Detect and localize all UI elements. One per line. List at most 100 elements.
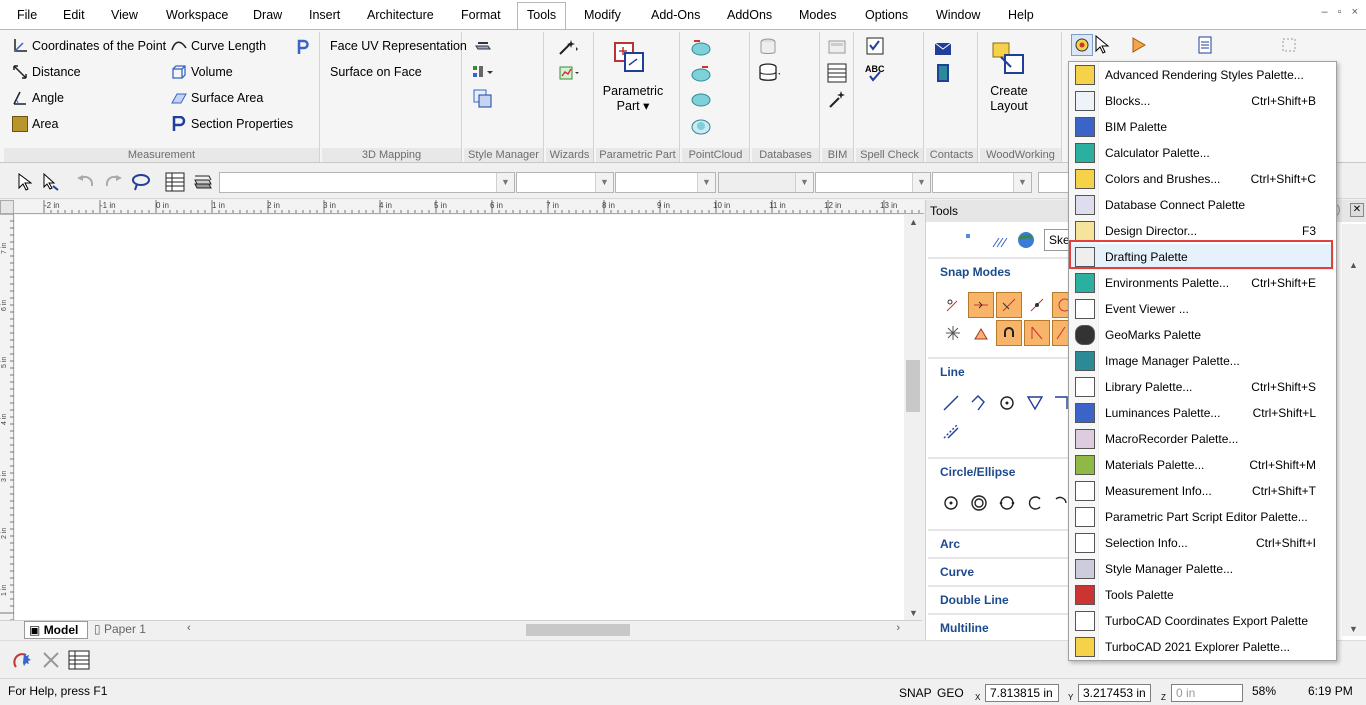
- line-width-combo[interactable]: ▼: [718, 172, 814, 193]
- x-coordinate-field[interactable]: 7.813815 in: [985, 684, 1059, 702]
- style-list-icon[interactable]: [472, 62, 494, 84]
- menu-format[interactable]: Format: [452, 3, 510, 27]
- layers-icon[interactable]: [192, 171, 214, 193]
- close-button[interactable]: ×: [1352, 6, 1358, 18]
- style-manager-icon[interactable]: [472, 36, 494, 58]
- snap-magnet-icon[interactable]: [12, 649, 34, 671]
- volume-button[interactable]: Volume: [171, 61, 233, 83]
- pointcloud-globe-icon[interactable]: [690, 114, 712, 136]
- menu-item-measurement-info[interactable]: Measurement Info... Ctrl+Shift+T: [1071, 478, 1334, 504]
- menu-addons[interactable]: AddOns: [718, 3, 781, 27]
- menu-item-database-connect[interactable]: Database Connect Palette: [1071, 192, 1334, 218]
- tools-palette-scrollbar[interactable]: ▲ ▼: [1342, 224, 1366, 636]
- vertical-scrollbar[interactable]: ▲ ▼: [904, 215, 922, 620]
- menu-item-materials[interactable]: Materials Palette... Ctrl+Shift+M: [1071, 452, 1334, 478]
- line-style-combo[interactable]: ▼: [615, 172, 716, 193]
- section-circle-ellipse[interactable]: Circle/Ellipse: [928, 459, 1071, 485]
- menu-item-selection-info[interactable]: Selection Info... Ctrl+Shift+I: [1071, 530, 1334, 556]
- menu-add-ons[interactable]: Add-Ons: [642, 3, 709, 27]
- bim-icon[interactable]: [826, 36, 848, 58]
- restore-button[interactable]: ▫: [1338, 6, 1342, 18]
- snap-grid-icon[interactable]: [940, 320, 966, 346]
- menu-item-environments[interactable]: Environments Palette... Ctrl+Shift+E: [1071, 270, 1334, 296]
- scroll-thumb[interactable]: [526, 624, 630, 636]
- section-multiline[interactable]: Multiline: [928, 615, 1071, 641]
- menu-item-style-manager[interactable]: Style Manager Palette...: [1071, 556, 1334, 582]
- line-construction-icon[interactable]: [942, 422, 960, 443]
- snap-midpoint-icon[interactable]: [968, 292, 994, 318]
- document-icon[interactable]: [1194, 34, 1216, 56]
- scroll-down-icon[interactable]: ▼: [1349, 624, 1358, 634]
- menu-window[interactable]: Window: [927, 3, 989, 27]
- undo-icon[interactable]: [75, 171, 97, 193]
- menu-architecture[interactable]: Architecture: [358, 3, 443, 27]
- menu-item-luminances[interactable]: Luminances Palette... Ctrl+Shift+L: [1071, 400, 1334, 426]
- wizard-wand-icon[interactable]: [558, 36, 580, 58]
- menu-item-parametric-part-script-editor[interactable]: Parametric Part Script Editor Palette...: [1071, 504, 1334, 530]
- section-properties-button[interactable]: Section Properties: [171, 113, 293, 135]
- scroll-left-icon[interactable]: ‹: [187, 622, 191, 634]
- menu-view[interactable]: View: [102, 3, 147, 27]
- menu-item-macrorecorder[interactable]: MacroRecorder Palette...: [1071, 426, 1334, 452]
- menu-help[interactable]: Help: [999, 3, 1043, 27]
- bim-table-icon[interactable]: [826, 62, 848, 84]
- y-coordinate-field[interactable]: 3.217453 in: [1078, 684, 1151, 702]
- section-snap-modes[interactable]: Snap Modes: [928, 259, 1071, 285]
- menu-item-coordinates-export[interactable]: TurboCAD Coordinates Export Palette: [1071, 608, 1334, 634]
- redo-icon[interactable]: [102, 171, 124, 193]
- select-edit-icon[interactable]: [40, 171, 62, 193]
- hatch-icon[interactable]: [992, 236, 1008, 251]
- menu-modes[interactable]: Modes: [790, 3, 846, 27]
- menu-item-explorer-palette[interactable]: TurboCAD 2021 Explorer Palette...: [1071, 634, 1334, 660]
- line-triangle-icon[interactable]: [1026, 394, 1044, 415]
- properties-table-icon[interactable]: [164, 171, 186, 193]
- circle-tangent-icon[interactable]: [1026, 494, 1044, 515]
- lasso-icon[interactable]: [130, 171, 152, 193]
- surface-on-face-button[interactable]: Surface on Face: [330, 61, 422, 83]
- spell-abc-icon[interactable]: ABC: [864, 62, 886, 84]
- angle-button[interactable]: Angle: [12, 87, 64, 109]
- z-coordinate-field[interactable]: 0 in: [1171, 684, 1243, 702]
- fill-combo[interactable]: ▼: [932, 172, 1032, 193]
- tab-paper-1[interactable]: ▯ Paper 1: [90, 621, 180, 639]
- horizontal-scrollbar[interactable]: ‹ ›: [183, 621, 904, 638]
- menu-modify[interactable]: Modify: [575, 3, 630, 27]
- distance-button[interactable]: Distance: [12, 61, 81, 83]
- snap-perpendicular-icon[interactable]: [968, 320, 994, 346]
- grid-icon[interactable]: [1278, 34, 1300, 56]
- palettes-button[interactable]: [1071, 34, 1093, 56]
- scroll-up-icon[interactable]: ▲: [1349, 260, 1358, 270]
- menu-item-image-manager[interactable]: Image Manager Palette...: [1071, 348, 1334, 374]
- pointcloud-view-icon[interactable]: [690, 88, 712, 110]
- circle-two-point-icon[interactable]: [998, 494, 1016, 515]
- minimize-button[interactable]: –: [1322, 6, 1328, 18]
- curve-length-button[interactable]: Curve Length: [171, 35, 266, 57]
- area-button[interactable]: Area: [12, 113, 58, 135]
- menu-workspace[interactable]: Workspace: [157, 3, 237, 27]
- tab-model[interactable]: ▣ Model: [24, 621, 88, 639]
- surface-area-button[interactable]: Surface Area: [171, 87, 263, 109]
- menu-item-tools-palette[interactable]: Tools Palette: [1071, 582, 1334, 608]
- menu-edit[interactable]: Edit: [54, 3, 94, 27]
- layer-combo[interactable]: ▼: [219, 172, 515, 193]
- pen-color-combo[interactable]: ▼: [516, 172, 614, 193]
- snap-nearest-icon[interactable]: [1024, 320, 1050, 346]
- scroll-thumb[interactable]: [906, 360, 920, 412]
- menu-item-event-viewer[interactable]: Event Viewer ...: [1071, 296, 1334, 322]
- geo-indicator[interactable]: GEO: [937, 686, 964, 700]
- properties-p-icon[interactable]: [292, 36, 314, 58]
- database-icon[interactable]: [758, 36, 780, 58]
- menu-tools[interactable]: Tools: [517, 2, 567, 29]
- contacts-mail-icon[interactable]: [932, 38, 954, 60]
- menu-item-bim-palette[interactable]: BIM Palette: [1071, 114, 1334, 140]
- spell-check-icon[interactable]: [864, 36, 886, 58]
- brush-combo[interactable]: ▼: [815, 172, 931, 193]
- line-rectangle-icon[interactable]: [1054, 396, 1068, 413]
- scroll-up-icon[interactable]: ▲: [909, 217, 918, 227]
- pointcloud-export-icon[interactable]: [690, 62, 712, 84]
- menu-item-geomarks[interactable]: GeoMarks Palette: [1071, 322, 1334, 348]
- section-curve[interactable]: Curve: [928, 559, 1071, 585]
- menu-item-calculator[interactable]: Calculator Palette...: [1071, 140, 1334, 166]
- properties-grid-icon[interactable]: [68, 649, 90, 671]
- line-circle-point-icon[interactable]: [998, 394, 1016, 415]
